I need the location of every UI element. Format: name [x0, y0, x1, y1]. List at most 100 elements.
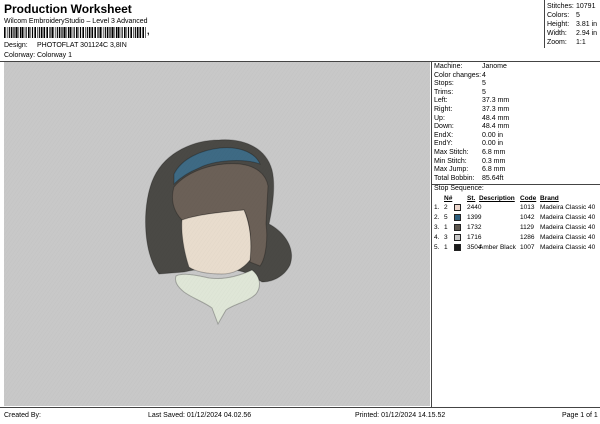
colors-value: 5: [576, 12, 580, 19]
height-value: 3.81 in: [576, 21, 598, 28]
machine-info-label: EndY:: [434, 140, 453, 148]
footer-printed: Printed: 01/12/2024 14.15.52: [355, 412, 446, 419]
machine-info-label: Right:: [434, 106, 453, 113]
machine-info-label: Total Bobbin:: [434, 174, 475, 182]
stop-num: 3: [444, 234, 448, 241]
footer-separator: [0, 407, 600, 408]
barcode-bar: [49, 27, 50, 38]
machine-info-value: 37.3 mm: [482, 97, 510, 105]
machine-info-value: 0.00 in: [482, 131, 504, 139]
machine-info-value: 5: [482, 80, 486, 88]
barcode-bar: [6, 27, 8, 38]
stop-stitches: 2440: [467, 204, 482, 211]
machine-info-value: 5: [482, 88, 486, 96]
stitches-label: Stitches:: [547, 3, 574, 10]
stop-order: 1.: [434, 204, 440, 211]
stop-code: 1042: [520, 214, 535, 221]
footer-created-by: Created By:: [4, 412, 41, 419]
barcode-bar: [136, 27, 139, 38]
machine-info-value: 0.00 in: [482, 140, 504, 148]
barcode-bar: [37, 27, 38, 38]
barcode-bar: [102, 27, 104, 38]
machine-info-value: 48.4 mm: [482, 123, 510, 131]
embroidery-design-graphic: [4, 62, 430, 406]
width-label: Width:: [547, 30, 567, 37]
width-value: 2.94 in: [576, 30, 598, 37]
stop-order: 5.: [434, 244, 440, 251]
stop-code: 1286: [520, 234, 535, 241]
stop-brand: Madeira Classic 40: [540, 214, 596, 221]
design-label: Design:: [4, 42, 28, 49]
barcode-bar: [130, 27, 132, 38]
stop-order: 3.: [434, 224, 440, 231]
design-preview: [4, 62, 430, 406]
barcode-bar: [13, 27, 14, 38]
barcode-bar: [80, 27, 82, 38]
stop-code: 1007: [520, 244, 535, 251]
production-worksheet: { "header": { "title": "Production Works…: [0, 0, 600, 424]
stop-brand: Madeira Classic 40: [540, 204, 596, 211]
stop-sequence-row: 5. 1 3504 Amber Black 1007 Madeira Classic 40: [433, 244, 597, 254]
software-subtitle: Wilcom EmbroideryStudio – Level 3 Advanc…: [4, 18, 148, 25]
stop-num: 2: [444, 204, 448, 211]
col-header-st: St.: [467, 195, 476, 202]
stop-code: 1129: [520, 224, 534, 231]
barcode-bar: [64, 27, 66, 38]
machine-info-label: Machine:: [434, 63, 463, 70]
barcode-bar: [78, 27, 80, 38]
barcode-bar: [114, 27, 116, 38]
machine-info-value: 37.3 mm: [482, 106, 510, 113]
machine-info-value: 4: [482, 71, 486, 79]
barcode-bar: [34, 27, 36, 38]
barcode-bar: [138, 27, 140, 38]
barcode-bar: [116, 27, 118, 38]
barcode-bar: [97, 27, 98, 38]
barcode-bar: [140, 27, 142, 38]
color-swatch: [454, 224, 461, 231]
colors-label: Colors:: [547, 12, 570, 19]
barcode-bar: [10, 27, 13, 38]
stop-sequence-row: 2. 5 1399 1042 Madeira Classic 40: [433, 214, 597, 224]
barcode-bar: [90, 27, 92, 38]
stop-stitches: 1399: [467, 214, 482, 221]
machine-info-label: Trims:: [434, 88, 454, 96]
stop-order: 4.: [434, 234, 440, 241]
height-label: Height:: [547, 21, 570, 28]
barcode-suffix: ,: [147, 26, 150, 36]
barcode-bar: [62, 27, 64, 38]
stop-order: 2.: [434, 214, 440, 221]
col-header-brand: Brand: [540, 195, 559, 202]
barcode-bar: [134, 27, 136, 38]
barcode-bar: [98, 27, 100, 38]
barcode-bar: [38, 27, 40, 38]
stop-stitches: 1732: [467, 224, 482, 231]
barcode-bar: [145, 27, 146, 38]
stop-num: 1: [444, 224, 448, 231]
barcode-bar: [119, 27, 121, 38]
stop-stitches: 1716: [467, 234, 482, 241]
barcode-bar: [30, 27, 32, 38]
barcode-bar: [68, 27, 70, 38]
barcode-bar: [142, 27, 144, 38]
zoom-label: Zoom:: [547, 39, 567, 46]
machine-info-value: 48.4 mm: [482, 114, 510, 122]
barcode-bar: [85, 27, 86, 38]
barcode-bar: [73, 27, 75, 38]
page-title: Production Worksheet: [4, 2, 132, 16]
barcode-bar: [106, 27, 109, 38]
stop-sequence-row: 4. 3 1716 1286 Madeira Classic 40: [433, 234, 597, 244]
barcode-bar: [58, 27, 61, 38]
barcode-bar: [71, 27, 73, 38]
machine-info-label: EndX:: [434, 131, 454, 139]
colorway-label: Colorway:: [4, 52, 36, 59]
barcode-bar: [16, 27, 18, 38]
stop-brand: Madeira Classic 40: [540, 234, 596, 241]
preview-divider: [431, 61, 432, 407]
machine-info-value: 6.8 mm: [482, 166, 506, 174]
barcode-bar: [117, 27, 120, 38]
footer-page: Page 1 of 1: [562, 412, 598, 419]
stop-code: 1013: [520, 204, 535, 211]
machine-info-label: Min Stitch:: [434, 157, 467, 165]
machine-info-value: 6.8 mm: [482, 149, 506, 156]
barcode-bar: [66, 27, 68, 38]
